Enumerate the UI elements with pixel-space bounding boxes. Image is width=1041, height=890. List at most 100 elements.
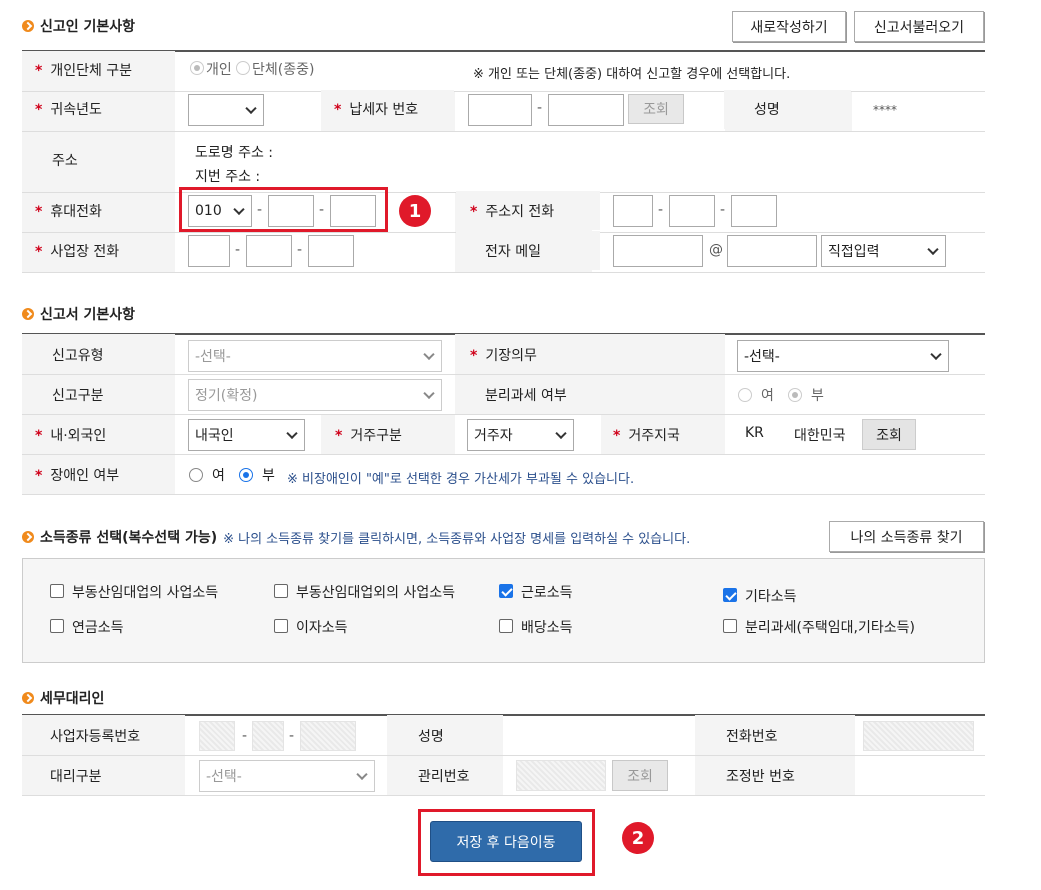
home-phone-input-2[interactable]: [669, 195, 715, 227]
load-form-button[interactable]: 신고서불러오기: [854, 11, 984, 42]
callout-badge-2: 2: [622, 822, 654, 854]
agent-name-label: 성명: [418, 729, 444, 745]
mobile-label: * 휴대전화: [35, 204, 102, 220]
taxpayer-no-input-1[interactable]: [468, 94, 532, 126]
save-and-next-button[interactable]: 저장 후 다음이동: [430, 821, 582, 862]
agent-phone-label: 전화번호: [726, 729, 778, 745]
report-kind-select[interactable]: 정기(확정): [188, 379, 442, 411]
agent-reg-no-input-1[interactable]: [199, 721, 235, 751]
nationality-label: * 내·외국인: [35, 428, 107, 444]
checkbox-non-realestate-business[interactable]: [274, 584, 288, 598]
checkbox-label: 부동산임대업외의 사업소득: [296, 585, 456, 601]
report-type-select[interactable]: -선택-: [188, 340, 442, 372]
country-lookup-button[interactable]: 조회: [862, 419, 916, 450]
disabled-no-label: 부: [262, 468, 275, 484]
taxpayer-no-input-2[interactable]: [548, 94, 624, 126]
chevron-down-icon: [356, 768, 368, 781]
email-domain-input[interactable]: [727, 235, 817, 267]
bullet-icon: [22, 308, 34, 320]
taxpayer-lookup-button[interactable]: 조회: [628, 94, 684, 124]
disabled-yes-radio[interactable]: [189, 468, 203, 482]
nationality-select[interactable]: 내국인: [188, 419, 305, 451]
separate-tax-yes-label: 여: [761, 388, 774, 404]
new-form-button[interactable]: 새로작성하기: [732, 11, 846, 42]
radio-group[interactable]: [236, 61, 250, 75]
agent-type-label: 대리구분: [50, 769, 102, 785]
checkbox-interest[interactable]: [274, 619, 288, 633]
agent-phone-input[interactable]: [863, 721, 974, 751]
dash: -: [537, 100, 543, 116]
checkbox-label: 배당소득: [521, 620, 573, 636]
agent-reg-no-input-3[interactable]: [300, 721, 356, 751]
email-label: 전자 메일: [485, 244, 541, 260]
report-kind-label: 신고구분: [52, 388, 104, 404]
dash: -: [242, 728, 248, 744]
home-phone-input-1[interactable]: [613, 195, 653, 227]
disabled-label: * 장애인 여부: [35, 468, 120, 484]
bullet-icon: [22, 20, 34, 32]
home-phone-input-3[interactable]: [731, 195, 777, 227]
year-select[interactable]: [188, 94, 264, 126]
biz-phone-input-2[interactable]: [246, 235, 292, 267]
bullet-icon: [22, 531, 34, 543]
mgmt-no-input[interactable]: [516, 760, 606, 791]
email-domain-select[interactable]: 직접입력: [821, 235, 946, 267]
radio-individual[interactable]: [190, 61, 204, 75]
country-code: KR: [745, 425, 764, 441]
residence-label: * 거주구분: [335, 428, 402, 444]
agent-reg-no-label: 사업자등록번호: [50, 729, 141, 745]
biz-phone-input-3[interactable]: [308, 235, 354, 267]
dash: -: [235, 242, 241, 258]
dash: -: [658, 202, 664, 218]
chevron-down-icon: [930, 348, 942, 361]
report-type-label: 신고유형: [52, 348, 104, 364]
section-title-income: 소득종류 선택(복수선택 가능) ※ 나의 소득종류 찾기를 클릭하시면, 소득…: [22, 527, 690, 547]
checkbox-label: 근로소득: [521, 585, 573, 601]
mgmt-no-label: 관리번호: [418, 769, 470, 785]
separate-tax-no-radio[interactable]: [788, 388, 802, 402]
disabled-no-radio[interactable]: [239, 468, 253, 482]
section-title-report: 신고서 기본사항: [22, 304, 135, 324]
agent-reg-no-input-2[interactable]: [252, 721, 284, 751]
checkbox-pension[interactable]: [50, 619, 64, 633]
checkbox-separate-tax[interactable]: [723, 619, 737, 633]
checkbox-other-income[interactable]: [723, 588, 737, 602]
residence-select[interactable]: 거주자: [467, 419, 574, 451]
home-phone-label: * 주소지 전화: [470, 204, 555, 220]
country-label: * 거주지국: [613, 428, 680, 444]
mgmt-no-lookup-button[interactable]: 조회: [612, 760, 668, 791]
income-note: ※ 나의 소득종류 찾기를 클릭하시면, 소득종류와 사업장 명세를 입력하실 …: [223, 531, 691, 547]
bookkeeping-select[interactable]: -선택-: [737, 340, 949, 372]
separate-tax-label: 분리과세 여부: [485, 388, 567, 404]
separate-tax-no-label: 부: [811, 388, 824, 404]
disabled-yes-label: 여: [212, 468, 225, 484]
chevron-down-icon: [423, 387, 435, 400]
year-label: * 귀속년도: [35, 102, 102, 118]
email-id-input[interactable]: [613, 235, 703, 267]
address-label: 주소: [52, 153, 78, 169]
at-sign: @: [709, 242, 723, 258]
find-income-button[interactable]: 나의 소득종류 찾기: [829, 521, 984, 552]
separate-tax-yes-radio[interactable]: [738, 388, 752, 402]
checkbox-dividend[interactable]: [499, 619, 513, 633]
bullet-icon: [22, 692, 34, 704]
highlight-box-1: [179, 187, 388, 232]
radio-group-label: 단체(종중): [252, 62, 315, 78]
taxpayer-no-label: * 납세자 번호: [334, 102, 419, 118]
chevron-down-icon: [245, 102, 257, 115]
dash: -: [297, 242, 303, 258]
checkbox-earned-income[interactable]: [499, 584, 513, 598]
agent-type-select[interactable]: -선택-: [199, 760, 375, 792]
dash: -: [289, 728, 295, 744]
biz-phone-input-1[interactable]: [188, 235, 230, 267]
person-type-note: ※ 개인 또는 단체(종중) 대하여 신고할 경우에 선택합니다.: [473, 67, 791, 82]
biz-phone-label: * 사업장 전화: [35, 244, 120, 260]
checkbox-label: 기타소득: [745, 589, 797, 605]
name-value: ****: [873, 103, 897, 117]
lot-address: 지번 주소 :: [195, 169, 261, 185]
section-title-applicant: 신고인 기본사항: [22, 16, 135, 36]
chevron-down-icon: [555, 427, 567, 440]
income-options-box: 부동산임대업의 사업소득 부동산임대업외의 사업소득 근로소득 기타소득 연금소…: [22, 558, 985, 663]
chevron-down-icon: [423, 348, 435, 361]
checkbox-realestate-rental[interactable]: [50, 584, 64, 598]
